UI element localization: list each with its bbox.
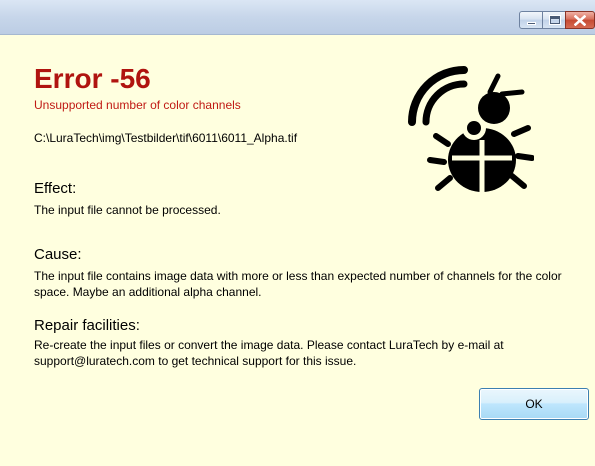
cause-text: The input file contains image data with …	[34, 269, 562, 299]
close-button[interactable]	[565, 11, 595, 29]
error-subtitle: Unsupported number of color channels	[34, 98, 241, 112]
minimize-icon	[527, 22, 536, 25]
file-path: C:\LuraTech\img\Testbilder\tif\6011\6011…	[34, 131, 298, 145]
minimize-button[interactable]	[519, 11, 543, 29]
title-bar[interactable]	[0, 0, 595, 35]
bug-icon	[404, 62, 535, 192]
maximize-button[interactable]	[542, 11, 566, 29]
maximize-icon	[550, 16, 560, 24]
caption-buttons	[519, 11, 595, 30]
close-icon	[566, 12, 594, 28]
effect-text: The input file cannot be processed.	[34, 203, 221, 217]
error-dialog-window: Error -56 Unsupported number of color ch…	[0, 0, 595, 466]
repair-heading: Repair facilities:	[34, 317, 140, 334]
effect-heading: Effect:	[34, 180, 77, 197]
ok-button[interactable]: OK	[479, 388, 589, 420]
cause-heading: Cause:	[34, 246, 82, 263]
error-title: Error -56	[34, 63, 151, 94]
repair-text: Re-create the input files or convert the…	[34, 338, 504, 368]
